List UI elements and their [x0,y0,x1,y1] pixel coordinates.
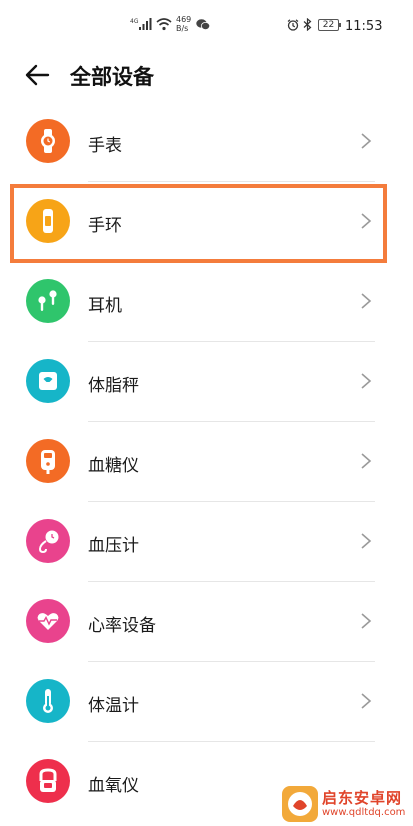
heart-rate-icon [26,599,70,643]
device-item-thermometer[interactable]: 体温计 [0,662,413,742]
watermark-url: www.qdltdq.com [322,807,406,818]
network-type: 4G [130,18,139,25]
oximeter-icon [26,759,70,803]
device-item-heart-rate[interactable]: 心率设备 [0,582,413,662]
device-label: 耳机 [88,296,122,316]
network-speed: 469 B/s [176,15,191,33]
device-item-glucose-meter[interactable]: 血糖仪 [0,422,413,502]
wifi-icon [156,18,172,31]
device-item-blood-pressure[interactable]: 血压计 [0,502,413,582]
device-label: 体脂秤 [88,376,139,396]
back-arrow-icon [25,64,50,86]
device-label: 血糖仪 [88,456,139,476]
chevron-right-icon [361,613,372,629]
device-label: 手表 [88,136,122,156]
device-label: 手环 [88,216,122,236]
chevron-right-icon [361,293,372,309]
device-item-watch[interactable]: 手表 [0,102,413,182]
watch-icon [26,119,70,163]
device-item-scale[interactable]: 体脂秤 [0,342,413,422]
watermark-name: 启东安卓网 [322,789,403,807]
signal-icon: 4G [130,18,152,30]
device-label: 血氧仪 [88,776,139,796]
page-title: 全部设备 [70,65,154,89]
battery-indicator: 22 [318,19,341,31]
app-header: 全部设备 [0,50,413,100]
status-bar: 4G 469 B/s 22 11:53 [0,0,413,50]
device-list-page: 4G 469 B/s 22 11:53 全部设备 手表 手环 耳机 体脂秤 血糖… [0,0,413,826]
scale-icon [26,359,70,403]
blood-pressure-icon [26,519,70,563]
bluetooth-icon [303,18,312,31]
status-time: 11:53 [345,19,383,34]
site-watermark: 启东安卓网 www.qdltdq.com [282,784,410,824]
earphones-icon [26,279,70,323]
chevron-right-icon [361,133,372,149]
chevron-right-icon [361,533,372,549]
device-label: 心率设备 [88,616,156,636]
band-icon [26,199,70,243]
chevron-right-icon [361,373,372,389]
alarm-icon [287,19,299,31]
chevron-right-icon [361,453,372,469]
speed-value: 469 [176,15,192,24]
speed-unit: B/s [176,24,189,33]
back-button[interactable] [22,60,52,90]
thermometer-icon [26,679,70,723]
device-label: 血压计 [88,536,139,556]
wechat-icon [196,19,210,30]
device-item-band[interactable]: 手环 [0,182,413,262]
glucose-meter-icon [26,439,70,483]
device-label: 体温计 [88,696,139,716]
chevron-right-icon [361,693,372,709]
watermark-logo-icon [282,786,318,822]
device-item-earphones[interactable]: 耳机 [0,262,413,342]
chevron-right-icon [361,213,372,229]
